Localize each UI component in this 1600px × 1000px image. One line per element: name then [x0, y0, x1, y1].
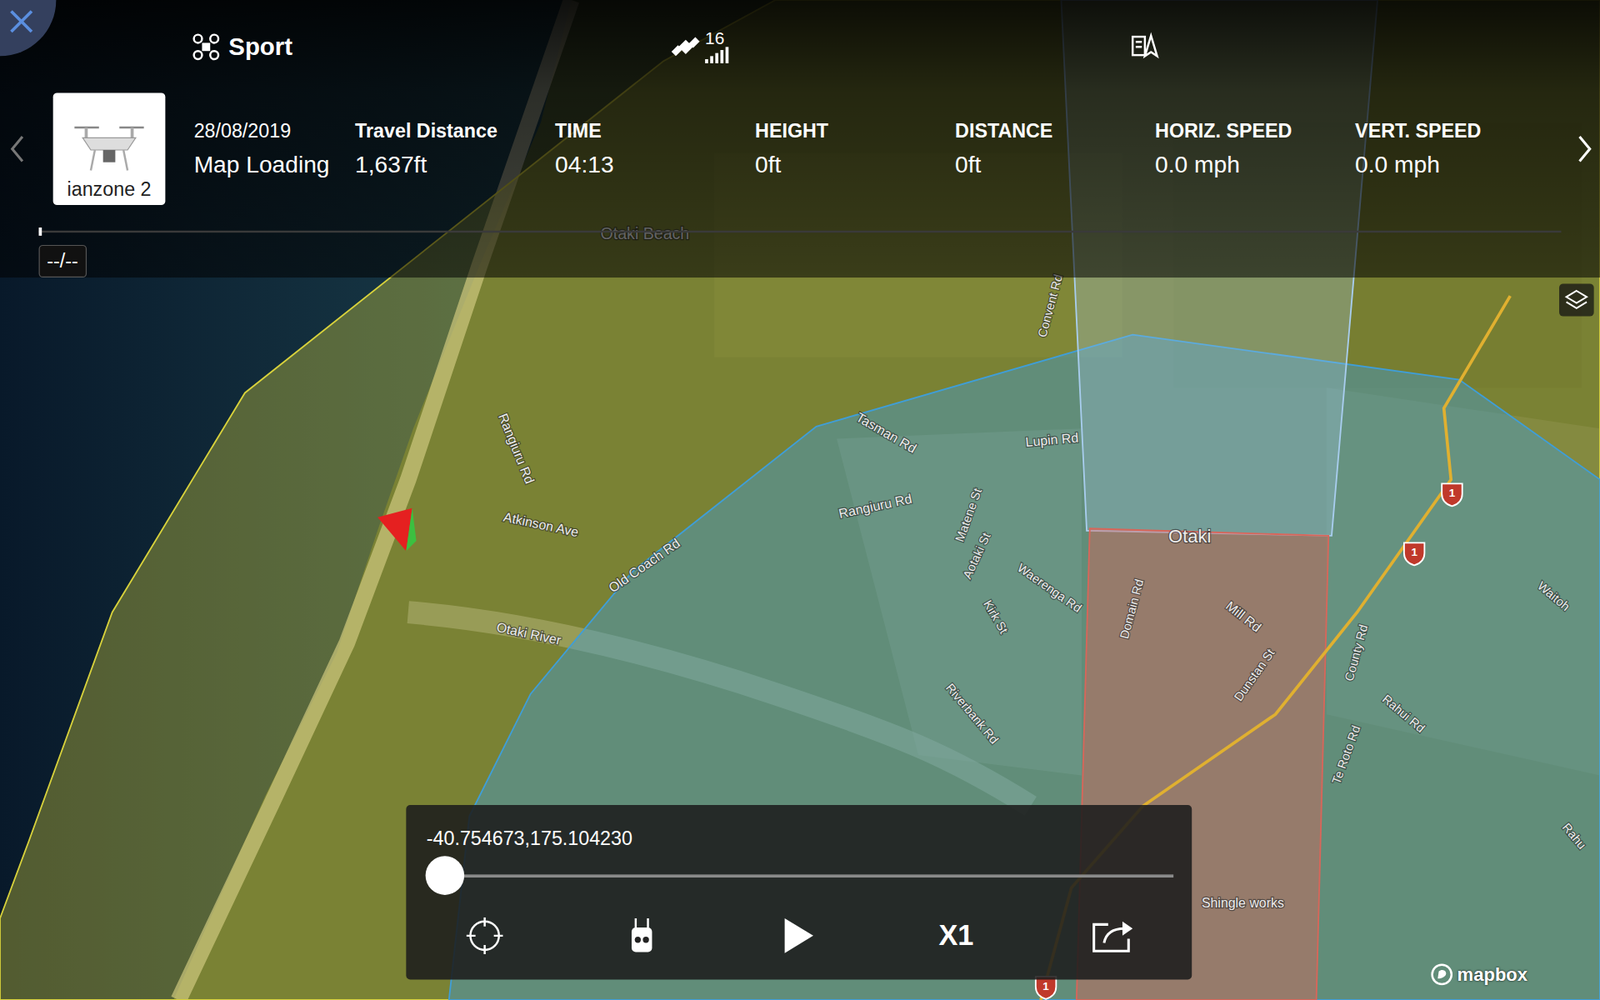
stat-value: 0.0 mph	[1355, 150, 1555, 178]
map-label: Riverbank Rd	[943, 680, 1001, 746]
play-icon[interactable]	[782, 917, 815, 955]
flight-date: 28/08/2019	[194, 120, 355, 143]
stat-item: TIME 04:13	[555, 92, 755, 178]
signal-bar	[725, 46, 730, 64]
aircraft-icon	[68, 115, 150, 179]
map-label: Convent Rd	[1035, 273, 1065, 340]
flight-location: Map Loading	[194, 150, 355, 178]
stat-label: HEIGHT	[755, 120, 955, 143]
satellite-icon	[670, 30, 701, 62]
drone-icon	[191, 32, 220, 61]
map-orientation-icon[interactable]	[1130, 30, 1161, 62]
share-icon[interactable]	[1091, 918, 1135, 954]
mapbox-logo-icon	[1430, 963, 1454, 986]
highway-shield: 1	[1404, 542, 1425, 565]
playback-slider[interactable]	[445, 874, 1174, 878]
close-icon	[8, 8, 35, 35]
stat-value: 04:13	[555, 150, 755, 178]
stat-value: 0ft	[755, 150, 955, 178]
map-label: Rahu	[1560, 820, 1590, 852]
stat-item: VERT. SPEED 0.0 mph	[1355, 92, 1555, 178]
signal-bar	[715, 53, 719, 64]
coordinates: -40.754673,175.104230	[405, 827, 1192, 850]
highway-number: 1	[1449, 486, 1456, 500]
map-label: County Rd	[1342, 623, 1370, 683]
map-label: Dunstan St	[1231, 646, 1278, 705]
satellite-count: 16	[705, 30, 725, 48]
flight-mode: Sport	[228, 32, 293, 61]
highway-number: 1	[1042, 980, 1050, 993]
playback-panel: -40.754673,175.104230	[405, 805, 1192, 980]
mapbox-text: mapbox	[1457, 964, 1529, 986]
stat-label: HORIZ. SPEED	[1155, 120, 1355, 143]
map-label: Old Coach Rd	[605, 535, 683, 595]
highway-shield: 1	[1441, 483, 1462, 506]
remote-controller-icon[interactable]	[628, 917, 655, 955]
highway-shield: 1	[1035, 976, 1056, 1000]
playback-speed[interactable]: X1	[938, 919, 974, 952]
flight-record-view: Otaki BeachConvent RdRangiuru RdAtkinson…	[0, 0, 1600, 1000]
map-label: Kirk St	[980, 598, 1010, 636]
stat-item: HORIZ. SPEED 0.0 mph	[1155, 92, 1355, 178]
signal-bar	[710, 55, 714, 64]
signal-bars	[705, 46, 729, 64]
header-bar: Sport 16	[0, 0, 1600, 278]
map-label: Rangiuru Rd	[837, 491, 914, 521]
signal-bar	[720, 50, 724, 64]
map-label: Tasman Rd	[853, 410, 919, 456]
map-label: Lupin Rd	[1025, 430, 1080, 449]
map-label: Shingle works	[1201, 895, 1285, 910]
locate-icon[interactable]	[466, 917, 504, 955]
highway-number: 1	[1410, 545, 1418, 559]
map-label: Atkinson Ave	[502, 509, 580, 540]
stat-item: HEIGHT 0ft	[755, 92, 955, 178]
map-label: Domain Rd	[1117, 577, 1146, 640]
map-label: Rahui Rd	[1380, 691, 1428, 735]
map-label: Waitoh	[1535, 579, 1573, 614]
map-label: Otaki River	[495, 620, 563, 648]
stat-item: DISTANCE 0ft	[955, 92, 1155, 178]
next-arrow-icon[interactable]	[1575, 133, 1595, 165]
map-label: Aotaki St	[960, 530, 993, 581]
map-label: Waerenga Rd	[1015, 560, 1085, 615]
map-label: Rangiuru Rd	[495, 411, 537, 486]
map-label: Te Roto Rd	[1329, 723, 1363, 786]
stat-label: Travel Distance	[355, 120, 555, 143]
signal-bar	[705, 59, 709, 64]
layers-button[interactable]	[1559, 283, 1595, 316]
stat-value: 1,637ft	[355, 150, 555, 178]
aircraft-marker-icon	[377, 508, 417, 551]
timeline-track[interactable]	[39, 230, 1562, 233]
stat-item: Travel Distance 1,637ft	[355, 92, 555, 178]
map-attribution: mapbox	[1430, 963, 1528, 986]
map-label: Otaki	[1168, 525, 1211, 547]
airspace-zone	[0, 0, 1600, 1000]
timeline-marker: --/--	[39, 245, 87, 278]
aircraft-card[interactable]: ianzone 2	[53, 92, 166, 205]
map-label: Mill Rd	[1223, 598, 1265, 635]
stat-label: DISTANCE	[955, 120, 1155, 143]
stat-value: 0.0 mph	[1155, 150, 1355, 178]
stat-label: TIME	[555, 120, 755, 143]
playback-thumb[interactable]	[425, 855, 465, 895]
stat-label: VERT. SPEED	[1355, 120, 1555, 143]
layers-icon	[1564, 289, 1589, 312]
previous-arrow-icon[interactable]	[8, 133, 27, 165]
aircraft-name: ianzone 2	[67, 178, 152, 201]
stat-value: 0ft	[955, 150, 1155, 178]
